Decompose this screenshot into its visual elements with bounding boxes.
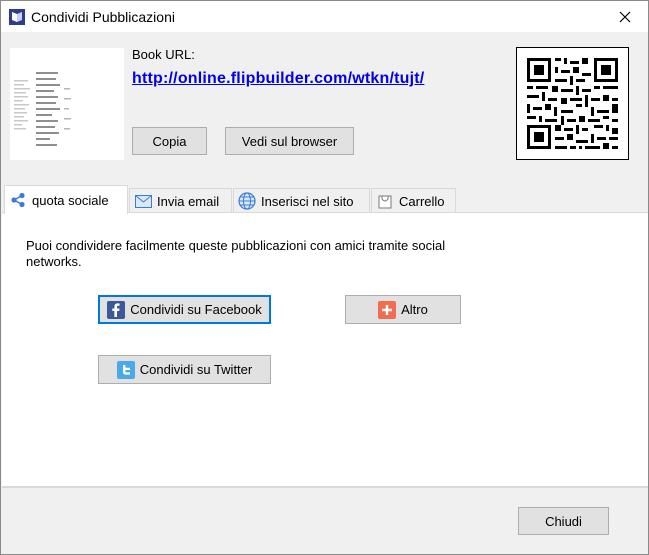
tab-social-share[interactable]: quota sociale bbox=[4, 185, 128, 214]
open-browser-button[interactable]: Vedi sul browser bbox=[225, 127, 354, 155]
facebook-icon bbox=[107, 300, 126, 319]
globe-icon bbox=[238, 192, 256, 210]
close-window-button[interactable] bbox=[602, 1, 648, 32]
share-facebook-button-label: Condividi su Facebook bbox=[130, 302, 262, 317]
book-url-label: Book URL: bbox=[132, 47, 195, 62]
cart-icon bbox=[376, 192, 394, 210]
close-button[interactable]: Chiudi bbox=[518, 507, 609, 535]
copy-button[interactable]: Copia bbox=[132, 127, 207, 155]
twitter-icon bbox=[116, 360, 135, 379]
tab-cart-label: Carrello bbox=[399, 193, 445, 209]
share-tabs: quota sociale Invia email Inserisci nel … bbox=[2, 185, 648, 214]
flipbook-app-icon bbox=[9, 9, 25, 25]
share-icon bbox=[9, 191, 27, 209]
tab-send-email-label: Invia email bbox=[157, 193, 220, 209]
close-icon bbox=[619, 11, 631, 22]
title-bar: Condividi Pubblicazioni bbox=[1, 1, 648, 32]
open-browser-button-label: Vedi sul browser bbox=[241, 133, 338, 149]
plus-icon bbox=[378, 300, 397, 319]
share-twitter-button-label: Condividi su Twitter bbox=[139, 362, 253, 377]
book-thumbnail bbox=[10, 48, 124, 160]
share-more-button-label: Altro bbox=[401, 302, 428, 317]
share-twitter-button[interactable]: Condividi su Twitter bbox=[98, 355, 271, 384]
tab-embed-site-label: Inserisci nel sito bbox=[261, 193, 354, 209]
share-dialog: Condividi Pubblicazioni Book URL: http:/… bbox=[0, 0, 649, 555]
email-icon bbox=[134, 192, 152, 210]
tab-cart[interactable]: Carrello bbox=[371, 188, 456, 213]
window-title: Condividi Pubblicazioni bbox=[31, 9, 175, 25]
book-thumbnail-image bbox=[14, 72, 71, 146]
tab-send-email[interactable]: Invia email bbox=[129, 188, 232, 213]
share-description: Puoi condividere facilmente queste pubbl… bbox=[26, 238, 446, 269]
footer-divider bbox=[2, 487, 648, 488]
tab-social-share-label: quota sociale bbox=[32, 192, 109, 208]
tab-embed-site[interactable]: Inserisci nel sito bbox=[233, 188, 370, 213]
qr-code bbox=[516, 47, 629, 160]
qr-code-image bbox=[527, 58, 618, 149]
share-facebook-button[interactable]: Condividi su Facebook bbox=[98, 295, 271, 324]
share-more-button[interactable]: Altro bbox=[345, 295, 461, 324]
close-button-label: Chiudi bbox=[545, 513, 582, 529]
copy-button-label: Copia bbox=[152, 133, 187, 149]
book-url-link[interactable]: http://online.flipbuilder.com/wtkn/tujt/ bbox=[132, 70, 424, 88]
